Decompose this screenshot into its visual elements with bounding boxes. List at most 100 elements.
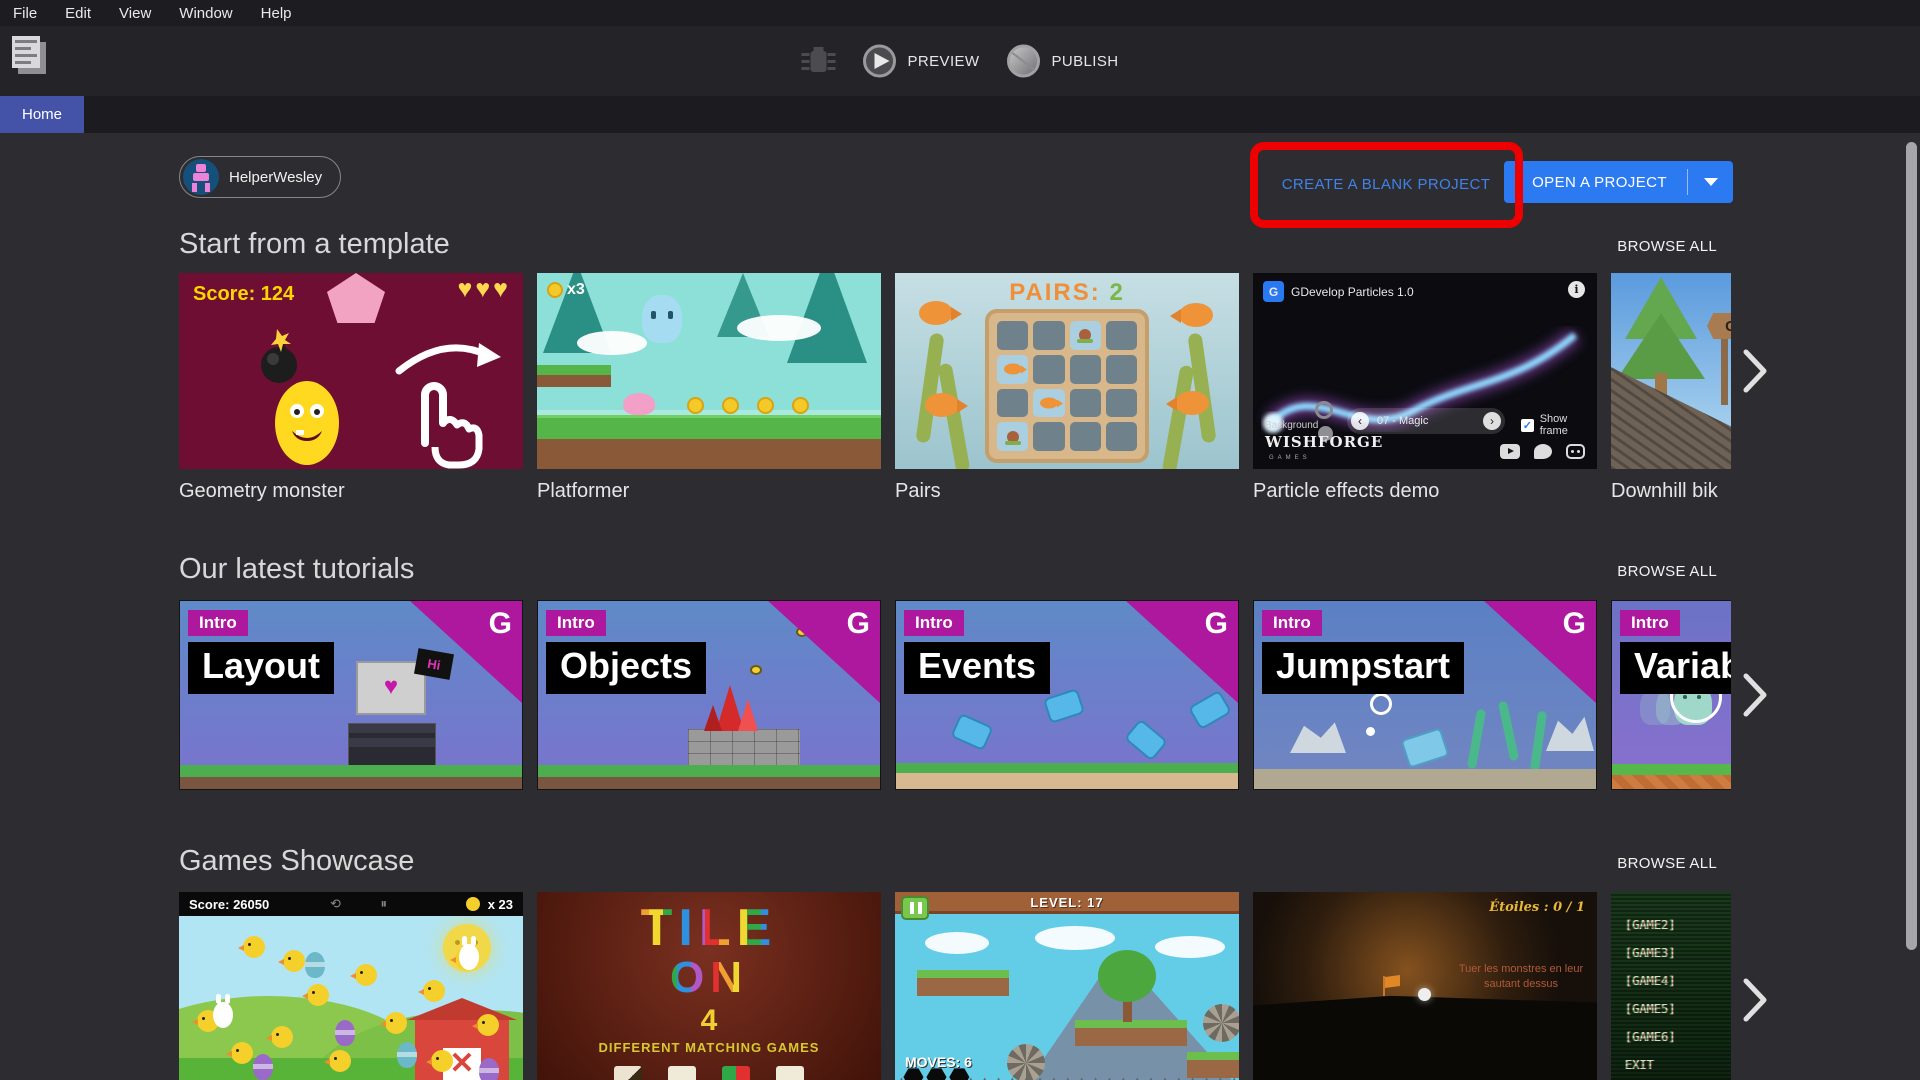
menu-edit[interactable]: Edit xyxy=(65,5,91,22)
seaweed xyxy=(1187,333,1216,444)
seaweed xyxy=(915,333,944,444)
open-project-dropdown[interactable] xyxy=(1688,161,1733,203)
level-hud: LEVEL: 17 xyxy=(895,892,1239,914)
showcase-card-crt-menu[interactable]: [GAME2] [GAME3] [GAME4] [GAME5] [GAME6] … xyxy=(1611,892,1731,1080)
gdevelop-logo-icon: G xyxy=(1205,607,1228,641)
debug-icon[interactable] xyxy=(802,46,836,76)
tutorial-card-objects[interactable]: G Intro Objects xyxy=(537,600,881,790)
vertical-scrollbar[interactable] xyxy=(1906,142,1917,950)
tree-canopy xyxy=(1098,950,1156,1002)
menu-window[interactable]: Window xyxy=(179,5,232,22)
gdevelop-logo-icon: G xyxy=(847,607,870,641)
menu-view[interactable]: View xyxy=(119,5,151,22)
tutorials-browse-all[interactable]: BROWSE ALL xyxy=(1617,563,1717,580)
particles-header: G GDevelop Particles 1.0 xyxy=(1263,281,1414,302)
tutorial-word: Events xyxy=(904,642,1050,694)
showcase-section-title: Games Showcase xyxy=(179,845,414,878)
intro-badge: Intro xyxy=(1262,610,1322,636)
tile-number: 4 xyxy=(537,1004,881,1038)
dark-ground xyxy=(1253,992,1597,1080)
coin-counter: x3 xyxy=(547,281,585,299)
geometry-monster-thumbnail: Score: 124 ♥♥♥ xyxy=(179,273,523,469)
template-caption: Downhill bik xyxy=(1611,480,1731,503)
toolbar: PREVIEW PUBLISH xyxy=(0,26,1920,96)
mode-previews xyxy=(537,1066,881,1080)
saw-blade xyxy=(1203,1004,1239,1042)
tab-home[interactable]: Home xyxy=(0,96,84,133)
effect-name: 07 - Magic xyxy=(1377,415,1475,427)
project-manager-icon[interactable] xyxy=(12,36,50,78)
template-card-geometry-monster[interactable]: Score: 124 ♥♥♥ xyxy=(179,273,523,513)
user-profile-chip[interactable]: HelperWesley xyxy=(179,156,341,198)
flag xyxy=(1385,975,1400,988)
chick-count: x 23 xyxy=(488,897,513,912)
publish-button[interactable]: PUBLISH xyxy=(1005,43,1118,79)
bee xyxy=(750,665,762,675)
tab-bar: Home xyxy=(0,96,1920,133)
tutorial-card-row: ♥ Hi G Intro Layout G Intro Objects xyxy=(179,600,1731,790)
fish xyxy=(919,301,953,325)
template-card-particle-effects[interactable]: G GDevelop Particles 1.0 i Background ‹ … xyxy=(1253,273,1597,513)
tutorial-card-events[interactable]: G Intro Events xyxy=(895,600,1239,790)
background-swatch-outline xyxy=(1315,401,1333,419)
gdevelop-logo-icon: G xyxy=(1263,281,1284,302)
intro-badge: Intro xyxy=(546,610,606,636)
tutorial-word: Objects xyxy=(546,642,706,694)
tutorial-card-layout[interactable]: ♥ Hi G Intro Layout xyxy=(179,600,523,790)
showcase-browse-all[interactable]: BROWSE ALL xyxy=(1617,855,1717,872)
preview-button[interactable]: PREVIEW xyxy=(862,43,980,79)
intro-badge: Intro xyxy=(1620,610,1680,636)
pink-blob xyxy=(623,393,655,415)
templates-next-arrow[interactable] xyxy=(1742,348,1768,399)
youtube-icon xyxy=(1500,444,1520,459)
coin xyxy=(687,397,704,414)
chevron-down-icon xyxy=(1704,178,1718,186)
tutorial-word: Variab xyxy=(1620,642,1731,694)
tileon-thumbnail: TILE ON 4 DIFFERENT MATCHING GAMES xyxy=(537,892,881,1080)
bubble xyxy=(1370,693,1392,715)
templates-browse-all[interactable]: BROWSE ALL xyxy=(1617,238,1717,255)
level17-thumbnail: LEVEL: 17 ▲▲▲▲▲▲▲▲▲▲▲▲▲▲▲▲▲▲▲▲▲▲▲▲▲▲▲▲ M… xyxy=(895,892,1239,1080)
tutorial-word: Jumpstart xyxy=(1262,642,1464,694)
crt-menu-item: EXIT xyxy=(1625,1058,1654,1072)
particles-title: GDevelop Particles 1.0 xyxy=(1291,285,1414,299)
tutorial-card-jumpstart[interactable]: G Intro Jumpstart xyxy=(1253,600,1597,790)
showcase-card-night[interactable]: Étoiles : 0 / 1 Tuer les monstres en leu… xyxy=(1253,892,1597,1080)
template-card-downhill-bike[interactable]: G Downhill bik xyxy=(1611,273,1731,513)
hint-text: Tuer les monstres en leur sautant dessus xyxy=(1451,962,1591,992)
game-hud: Score: 26050 ⟲ ⏸ x 23 xyxy=(179,892,523,916)
twitter-icon xyxy=(1534,444,1552,459)
bubble xyxy=(1366,727,1375,736)
tutorials-section-title: Our latest tutorials xyxy=(179,553,414,586)
crt-menu-item: [GAME6] xyxy=(1625,1030,1676,1044)
tutorials-next-arrow[interactable] xyxy=(1742,672,1768,723)
template-card-pairs[interactable]: PAIRS: 2 Pairs xyxy=(895,273,1239,513)
objects-panel xyxy=(348,723,436,771)
geometry-monster-art xyxy=(179,273,523,469)
crt-thumbnail: [GAME2] [GAME3] [GAME4] [GAME5] [GAME6] … xyxy=(1611,892,1731,1080)
preview-label: PREVIEW xyxy=(908,53,980,70)
coin-icon xyxy=(547,282,563,298)
showcase-card-level17[interactable]: LEVEL: 17 ▲▲▲▲▲▲▲▲▲▲▲▲▲▲▲▲▲▲▲▲▲▲▲▲▲▲▲▲ M… xyxy=(895,892,1239,1080)
prev-arrow-icon: ‹ xyxy=(1351,412,1369,430)
menu-help[interactable]: Help xyxy=(261,5,292,22)
showcase-next-arrow[interactable] xyxy=(1742,977,1768,1028)
template-card-platformer[interactable]: x3 Platformer xyxy=(537,273,881,513)
sign-plate: G xyxy=(1707,313,1731,339)
crt-menu-item: [GAME2] xyxy=(1625,918,1676,932)
bunny xyxy=(459,944,479,970)
template-caption: Particle effects demo xyxy=(1253,480,1597,503)
username: HelperWesley xyxy=(229,169,322,186)
platform xyxy=(1075,1020,1187,1046)
menu-file[interactable]: File xyxy=(13,5,37,22)
showcase-card-tile-on[interactable]: TILE ON 4 DIFFERENT MATCHING GAMES xyxy=(537,892,881,1080)
player-character xyxy=(642,295,682,343)
play-circle-icon xyxy=(862,43,898,79)
open-project-button[interactable]: OPEN A PROJECT xyxy=(1504,161,1733,203)
heart-icon: ♥ xyxy=(384,673,398,701)
pairs-thumbnail: PAIRS: 2 xyxy=(895,273,1239,469)
cloud xyxy=(737,315,821,341)
tutorial-card-variables[interactable]: +1 Intro Variab xyxy=(1611,600,1731,790)
showcase-card-chicks[interactable]: Score: 26050 ⟲ ⏸ x 23 ✕ xyxy=(179,892,523,1080)
fish xyxy=(1175,391,1209,415)
